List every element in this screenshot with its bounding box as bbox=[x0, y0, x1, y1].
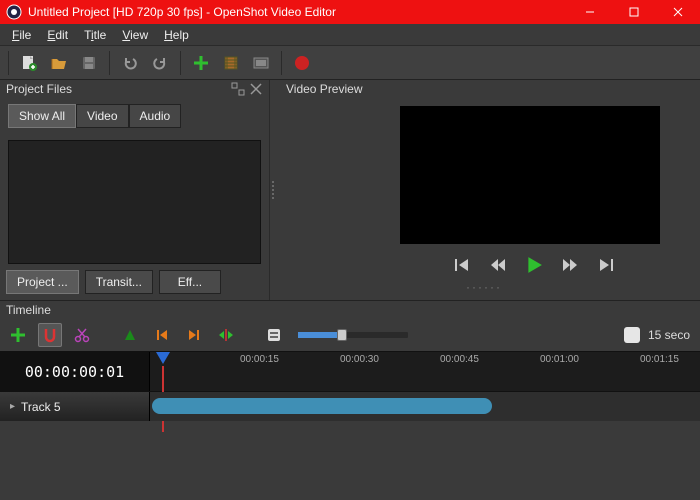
timeline-duration-label: 15 seco bbox=[648, 328, 690, 342]
video-preview-label: Video Preview bbox=[286, 82, 363, 96]
playhead[interactable] bbox=[156, 352, 170, 366]
jump-end-button[interactable] bbox=[595, 254, 617, 276]
timeline-clip[interactable] bbox=[152, 398, 492, 414]
add-track-button[interactable] bbox=[6, 323, 30, 347]
razor-button[interactable] bbox=[70, 323, 94, 347]
undo-button[interactable] bbox=[116, 49, 144, 77]
new-project-button[interactable] bbox=[15, 49, 43, 77]
tab-effects[interactable]: Eff... bbox=[159, 270, 221, 294]
track-body[interactable] bbox=[150, 392, 700, 421]
window-title: Untitled Project [HD 720p 30 fps] - Open… bbox=[28, 5, 568, 19]
add-marker-button[interactable] bbox=[118, 323, 142, 347]
filter-video[interactable]: Video bbox=[76, 104, 128, 128]
panel-tabs-bottom: Project ... Transit... Eff... bbox=[0, 270, 269, 300]
close-panel-icon[interactable] bbox=[249, 82, 263, 96]
play-button[interactable] bbox=[523, 254, 545, 276]
undock-icon[interactable] bbox=[231, 82, 245, 96]
playback-controls bbox=[280, 252, 688, 278]
save-project-button[interactable] bbox=[75, 49, 103, 77]
close-button[interactable] bbox=[656, 0, 700, 24]
menu-help[interactable]: Help bbox=[156, 26, 197, 44]
preview-panel: Video Preview ······ bbox=[276, 80, 700, 300]
timeline-ruler[interactable]: 00:00:15 00:00:30 00:00:45 00:01:00 00:0… bbox=[150, 352, 700, 391]
tab-transitions[interactable]: Transit... bbox=[85, 270, 153, 294]
timeline-ruler-row: 00:00:00:01 00:00:15 00:00:30 00:00:45 0… bbox=[0, 351, 700, 391]
timeline-label: Timeline bbox=[6, 303, 51, 317]
export-video-button[interactable] bbox=[288, 49, 316, 77]
ruler-tick: 00:00:30 bbox=[340, 354, 379, 365]
main-split: Project Files Show All Video Audio Proje… bbox=[0, 80, 700, 300]
video-preview-viewport[interactable] bbox=[400, 106, 660, 244]
zoom-tool-button[interactable] bbox=[262, 323, 286, 347]
tab-project-files[interactable]: Project ... bbox=[6, 270, 79, 294]
menu-edit[interactable]: Edit bbox=[39, 26, 76, 44]
menu-title[interactable]: Title bbox=[76, 26, 114, 44]
menubar: FFileile Edit Title View Help bbox=[0, 24, 700, 46]
prev-marker-button[interactable] bbox=[150, 323, 174, 347]
ruler-tick: 00:00:45 bbox=[440, 354, 479, 365]
track-expand-icon[interactable]: ▸ bbox=[10, 401, 15, 412]
next-marker-button[interactable] bbox=[182, 323, 206, 347]
timeline-track: ▸ Track 5 bbox=[0, 391, 700, 421]
fullscreen-button[interactable] bbox=[247, 49, 275, 77]
snap-button[interactable] bbox=[38, 323, 62, 347]
rewind-button[interactable] bbox=[487, 254, 509, 276]
project-files-drop-area[interactable] bbox=[8, 140, 261, 264]
zoom-slider[interactable] bbox=[298, 332, 408, 338]
filter-show-all[interactable]: Show All bbox=[8, 104, 76, 128]
filter-audio[interactable]: Audio bbox=[129, 104, 182, 128]
ruler-tick: 00:00:15 bbox=[240, 354, 279, 365]
track-header[interactable]: ▸ Track 5 bbox=[0, 392, 150, 421]
timeline-panel: Timeline 15 seco 00:00:00:01 00:00:15 00… bbox=[0, 300, 700, 421]
timeline-toolbar: 15 seco bbox=[0, 319, 700, 351]
ruler-tick: 00:01:15 bbox=[640, 354, 679, 365]
project-filter-tabs: Show All Video Audio bbox=[8, 104, 261, 128]
timeline-time-icon[interactable] bbox=[624, 327, 640, 343]
menu-file[interactable]: FFileile bbox=[4, 26, 39, 44]
app-icon bbox=[6, 4, 22, 20]
fast-forward-button[interactable] bbox=[559, 254, 581, 276]
track-name: Track 5 bbox=[21, 400, 61, 414]
ruler-tick: 00:01:00 bbox=[540, 354, 579, 365]
center-playhead-button[interactable] bbox=[214, 323, 238, 347]
open-project-button[interactable] bbox=[45, 49, 73, 77]
timeline-timecode: 00:00:00:01 bbox=[0, 352, 150, 391]
maximize-button[interactable] bbox=[612, 0, 656, 24]
titlebar: Untitled Project [HD 720p 30 fps] - Open… bbox=[0, 0, 700, 24]
choose-profile-button[interactable] bbox=[217, 49, 245, 77]
import-files-button[interactable] bbox=[187, 49, 215, 77]
jump-start-button[interactable] bbox=[451, 254, 473, 276]
minimize-button[interactable] bbox=[568, 0, 612, 24]
main-toolbar bbox=[0, 46, 700, 80]
redo-button[interactable] bbox=[146, 49, 174, 77]
project-files-panel: Project Files Show All Video Audio Proje… bbox=[0, 80, 270, 300]
menu-view[interactable]: View bbox=[114, 26, 156, 44]
panel-splitter-horizontal[interactable]: ······ bbox=[280, 278, 688, 296]
project-files-label: Project Files bbox=[6, 82, 72, 96]
